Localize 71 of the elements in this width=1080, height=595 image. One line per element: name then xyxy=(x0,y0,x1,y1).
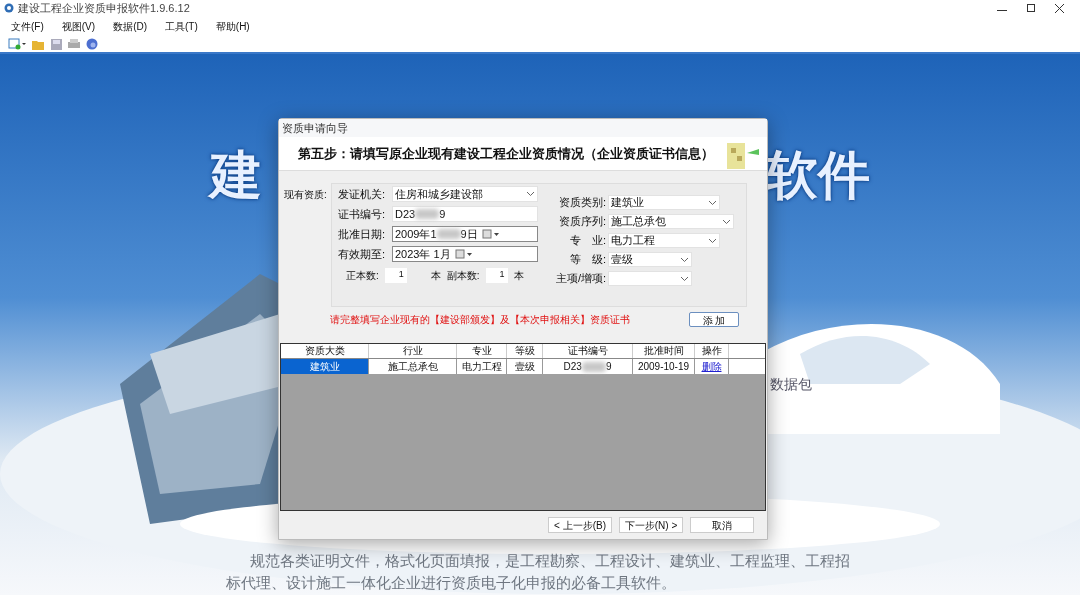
menu-item[interactable]: 帮助(H) xyxy=(215,18,250,34)
input-field[interactable]: 1 xyxy=(384,267,407,283)
maximize-button[interactable] xyxy=(1027,3,1035,12)
table-cell: 建筑业 xyxy=(281,359,369,374)
field-label: 资质序列: xyxy=(557,214,607,230)
date-field[interactable]: 2009年1 9日 xyxy=(392,226,538,242)
field-label: 证书编号: xyxy=(338,206,387,222)
banner-text: 数据包 xyxy=(770,375,812,394)
field-value: 住房和城乡建设部 xyxy=(395,186,483,202)
globe-icon[interactable] xyxy=(86,38,98,50)
dropdown-field[interactable]: 施工总承包 xyxy=(608,214,734,229)
date-field[interactable]: 2023年 1月 xyxy=(392,246,538,262)
table-cell: 壹级 xyxy=(507,359,543,374)
field-label: 有效期至: xyxy=(338,246,387,262)
banner-paragraph: 规范各类证明文件，格式化页面填报，是工程勘察、工程设计、建筑业、工程监理、工程招 xyxy=(250,551,850,571)
step-heading: 第五步：请填写原企业现有建设工程企业资质情况（企业资质证书信息） xyxy=(298,144,714,163)
close-icon[interactable] xyxy=(1055,3,1064,13)
wizard-button[interactable]: 取消 xyxy=(690,517,754,533)
chevron-down-icon xyxy=(680,256,689,263)
field-label: 等 级: xyxy=(568,252,607,268)
add-button[interactable]: 添 加 xyxy=(689,311,739,327)
dropdown-field[interactable]: 住房和城乡建设部 xyxy=(392,186,538,202)
field-value: 施工总承包 xyxy=(611,214,666,230)
group-label: 现有资质: xyxy=(284,188,328,202)
banner-title: 软件 xyxy=(766,145,870,206)
unit-label: 本 xyxy=(430,268,441,283)
calendar-icon[interactable] xyxy=(481,229,500,239)
table-cell: 施工总承包 xyxy=(369,359,457,374)
field-value: 2009年1 9日 xyxy=(395,226,478,242)
chevron-down-icon xyxy=(526,191,535,197)
delete-link[interactable]: 删除 xyxy=(701,359,722,374)
field-label: 主项/增项: xyxy=(554,271,607,287)
chevron-down-icon xyxy=(680,275,689,282)
chevron-down-icon xyxy=(722,218,731,225)
minimize-button[interactable] xyxy=(997,9,1007,11)
dialog-title: 资质申请向导 xyxy=(282,120,348,136)
field-label: 专 业: xyxy=(568,233,607,249)
table-cell: 电力工程 xyxy=(457,359,507,374)
notice-text: 请完整填写企业现有的【建设部颁发】及【本次申报相关】资质证书 xyxy=(330,312,630,327)
menu-item[interactable]: 工具(T) xyxy=(165,18,198,34)
window-title: 建设工程企业资质申报软件1.9.6.12 xyxy=(18,0,190,16)
dropdown-field[interactable]: 电力工程 xyxy=(608,233,720,248)
chevron-down-icon xyxy=(708,199,717,206)
dropdown-field[interactable] xyxy=(608,271,692,286)
calendar-icon[interactable] xyxy=(454,249,473,259)
new-file-icon[interactable] xyxy=(8,38,26,50)
field-value: D23 9 xyxy=(395,206,446,222)
field-label: 正本数: xyxy=(346,268,379,283)
wizard-button[interactable]: 下一步(N) > xyxy=(619,517,683,533)
field-value: 2023年 1月 xyxy=(395,246,451,262)
field-label: 批准日期: xyxy=(338,226,387,242)
menu-item[interactable]: 视图(V) xyxy=(61,18,96,34)
field-value: D23 9 xyxy=(563,360,612,374)
banner-paragraph: 标代理、设计施工一体化企业进行资质电子化申报的必备工具软件。 xyxy=(226,573,676,593)
field-value: 建筑业 xyxy=(611,195,644,211)
input-field[interactable]: D23 9 xyxy=(392,206,538,222)
menu-item[interactable]: 文件(F) xyxy=(11,18,44,34)
dropdown-field[interactable]: 壹级 xyxy=(608,252,692,267)
wizard-button[interactable]: < 上一步(B) xyxy=(548,517,612,533)
chevron-down-icon xyxy=(708,237,717,244)
field-value: 电力工程 xyxy=(611,233,655,249)
dropdown-field[interactable]: 建筑业 xyxy=(608,195,720,210)
input-field[interactable]: 1 xyxy=(485,267,508,283)
field-value: 壹级 xyxy=(611,252,633,268)
app-icon xyxy=(4,3,14,13)
menu-item[interactable]: 数据(D) xyxy=(113,18,147,34)
field-label: 副本数: xyxy=(446,268,480,283)
table-cell: 2009-10-19 xyxy=(633,359,695,374)
field-label: 资质类别: xyxy=(557,195,607,211)
field-label: 发证机关: xyxy=(338,186,387,202)
unit-label: 本 xyxy=(513,268,524,283)
